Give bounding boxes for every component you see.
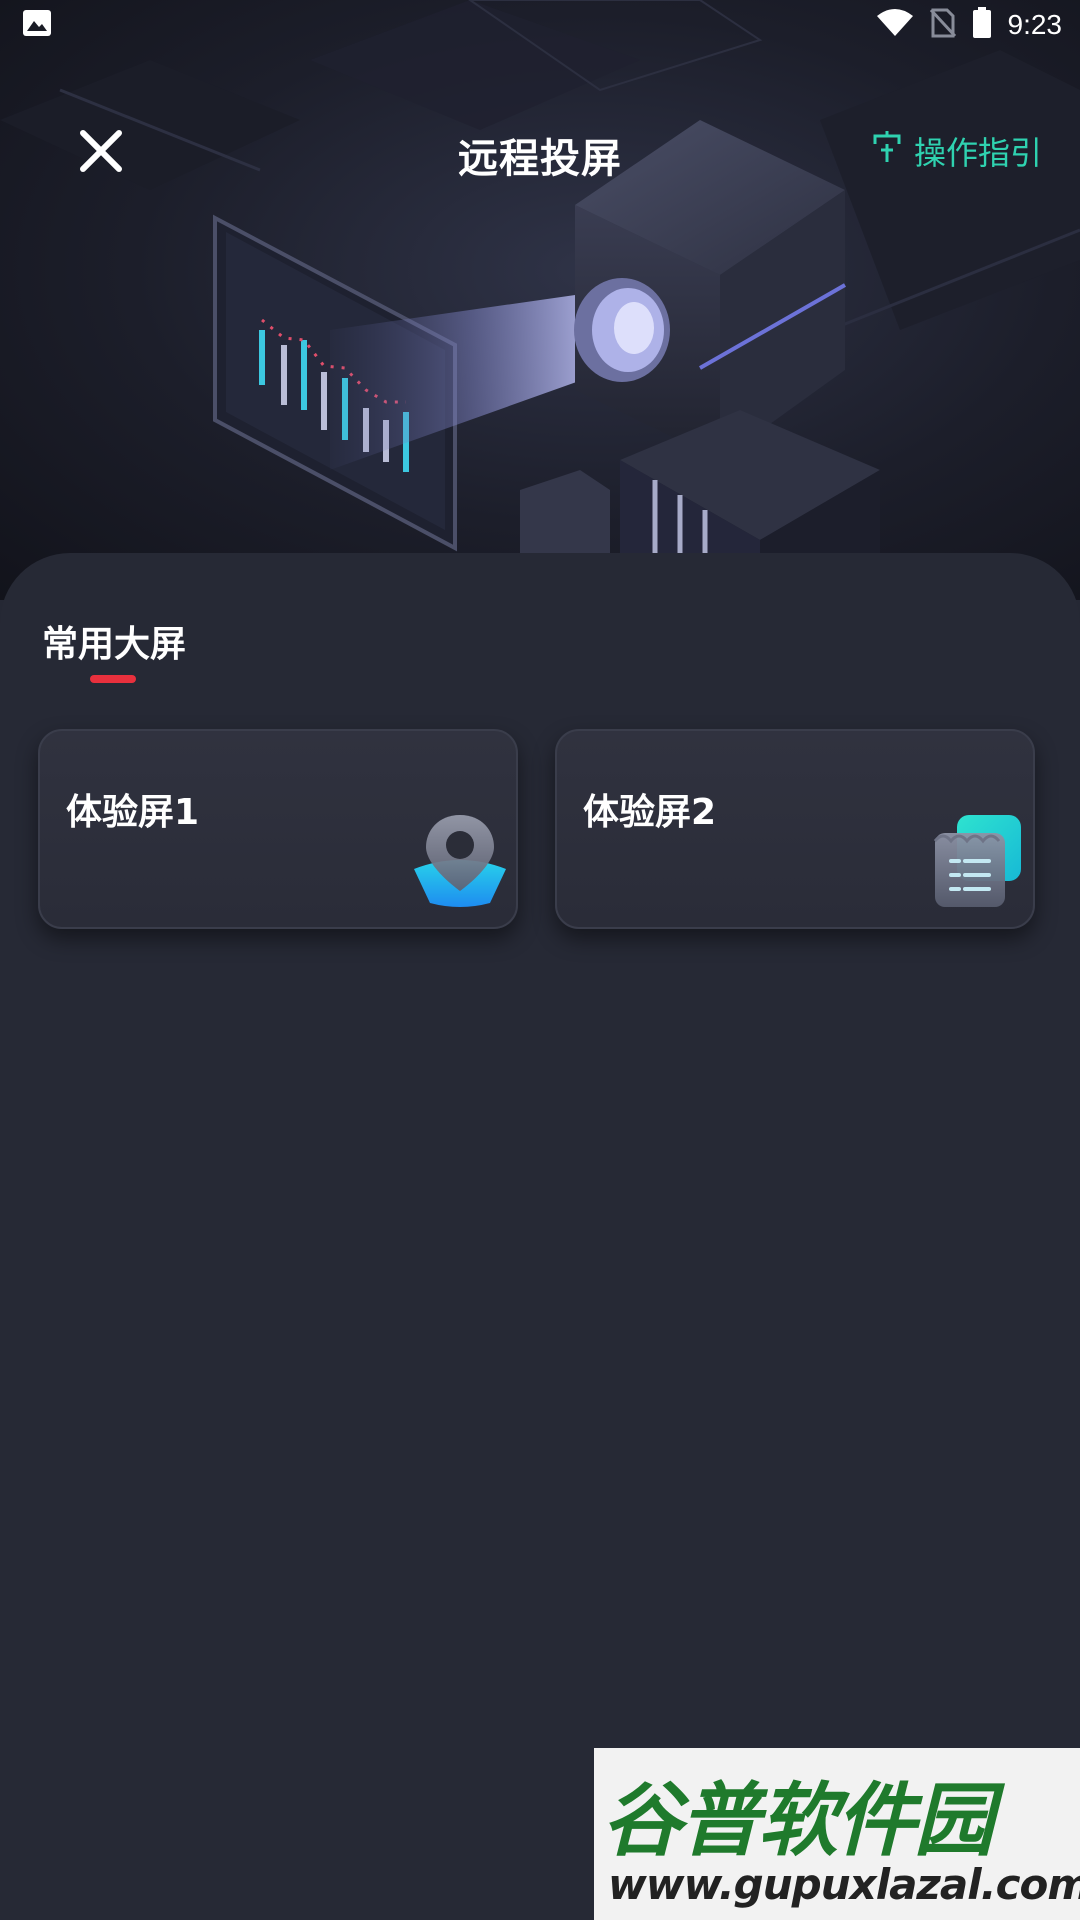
guide-pin-icon [872, 130, 902, 172]
no-sim-icon [929, 8, 956, 42]
image-notification-icon [22, 8, 52, 42]
status-bar: 9:23 [0, 0, 1080, 50]
card-label: 体验屏2 [583, 792, 717, 833]
guide-link[interactable]: 操作指引 [872, 128, 1042, 174]
watermark-url: www.gupuxlazal.com [608, 1860, 1080, 1909]
status-time: 9:23 [1007, 9, 1063, 40]
hero-banner [0, 0, 1080, 600]
header: 远程投屏 操作指引 [0, 110, 1080, 190]
wifi-icon [876, 8, 914, 42]
document-icon [929, 811, 1025, 915]
watermark-brand: 谷普软件园 [602, 1774, 994, 1867]
location-pin-icon [412, 811, 508, 915]
battery-icon [972, 7, 992, 43]
guide-label: 操作指引 [913, 134, 1042, 172]
screen: 9:23 远程投屏 操作指引 常用大屏 体验屏1 体验屏2 谷普软件园 www.… [0, 0, 1080, 1920]
site-watermark: 谷普软件园 www.gupuxlazal.com [594, 1748, 1080, 1920]
section-title: 常用大屏 [42, 624, 187, 665]
projector-illustration [0, 0, 1080, 600]
screen-card-1[interactable]: 体验屏1 [38, 729, 518, 929]
content-sheet: 常用大屏 体验屏1 体验屏2 [0, 553, 1080, 1920]
section-tab-indicator [90, 675, 136, 683]
card-label: 体验屏1 [66, 792, 200, 833]
screen-card-2[interactable]: 体验屏2 [555, 729, 1035, 929]
